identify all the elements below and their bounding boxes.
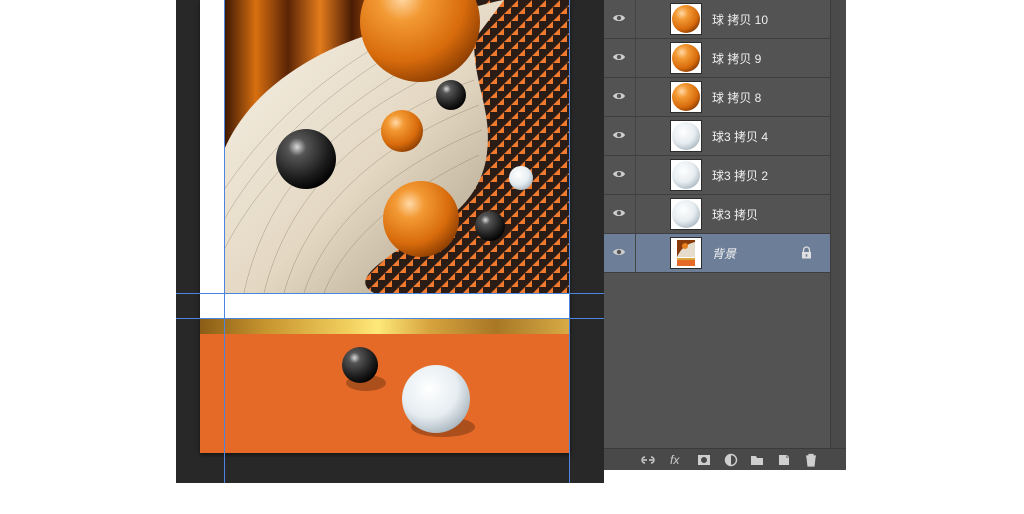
guide-horizontal[interactable] (176, 318, 604, 319)
visibility-eye-icon[interactable] (612, 246, 626, 258)
layer-thumbnail[interactable] (670, 3, 702, 35)
layer-thumbnail[interactable] (670, 42, 702, 74)
layer-thumbnail[interactable] (670, 81, 702, 113)
layer-row[interactable]: 球3 拷贝 2 (604, 156, 830, 195)
layer-row[interactable]: 球3 拷贝 4 (604, 117, 830, 156)
visibility-toggle[interactable] (604, 195, 636, 233)
layer-name[interactable]: 球 拷贝 9 (712, 50, 761, 67)
visibility-toggle[interactable] (604, 78, 636, 116)
new-layer-icon[interactable] (777, 453, 791, 467)
layer-name[interactable]: 球 拷贝 10 (712, 11, 768, 28)
guide-vertical[interactable] (224, 0, 225, 483)
artwork-image (224, 0, 569, 293)
layers-panel-footer: fx (604, 448, 846, 470)
layers-list[interactable]: 球 拷贝 10 球 拷贝 9 球 拷贝 8 球3 拷贝 4 球3 拷贝 2 球3 拷贝背景 (604, 0, 830, 273)
visibility-eye-icon[interactable] (612, 90, 626, 102)
link-layers-icon[interactable] (641, 453, 655, 467)
visibility-toggle[interactable] (604, 0, 636, 38)
delete-layer-icon[interactable] (804, 453, 818, 467)
visibility-eye-icon[interactable] (612, 51, 626, 63)
visibility-toggle[interactable] (604, 39, 636, 77)
visibility-eye-icon[interactable] (612, 207, 626, 219)
visibility-eye-icon[interactable] (612, 168, 626, 180)
layer-name[interactable]: 背景 (712, 245, 736, 262)
layer-name[interactable]: 球3 拷贝 (712, 206, 758, 223)
gold-divider-band (200, 319, 570, 334)
layer-row[interactable]: 球3 拷贝 (604, 195, 830, 234)
layer-thumbnail[interactable] (670, 120, 702, 152)
guide-horizontal[interactable] (176, 293, 604, 294)
layer-row[interactable]: 球 拷贝 10 (604, 0, 830, 39)
layers-panel: 球 拷贝 10 球 拷贝 9 球 拷贝 8 球3 拷贝 4 球3 拷贝 2 球3 拷贝背景… (604, 0, 846, 470)
layer-name[interactable]: 球3 拷贝 4 (712, 128, 768, 145)
layer-thumbnail[interactable] (670, 159, 702, 191)
fx-icon[interactable]: fx (670, 453, 684, 467)
layer-thumbnail[interactable] (670, 198, 702, 230)
footer-spheres (342, 347, 475, 437)
lock-icon (802, 246, 811, 259)
new-group-icon[interactable] (750, 453, 764, 467)
document-canvas[interactable] (176, 0, 604, 483)
layer-mask-icon[interactable] (697, 453, 711, 467)
visibility-eye-icon[interactable] (612, 12, 626, 24)
layer-row[interactable]: 背景 (604, 234, 830, 273)
visibility-toggle[interactable] (604, 156, 636, 194)
visibility-eye-icon[interactable] (612, 129, 626, 141)
visibility-toggle[interactable] (604, 234, 636, 272)
layer-name[interactable]: 球3 拷贝 2 (712, 167, 768, 184)
guide-vertical[interactable] (569, 0, 570, 483)
layer-thumbnail[interactable] (670, 237, 702, 269)
visibility-toggle[interactable] (604, 117, 636, 155)
adjustment-layer-icon[interactable] (724, 453, 738, 467)
panel-scroll-track[interactable] (830, 0, 846, 470)
orange-footer-panel (200, 334, 570, 453)
layer-name[interactable]: 球 拷贝 8 (712, 89, 761, 106)
layer-row[interactable]: 球 拷贝 8 (604, 78, 830, 117)
artboard (200, 0, 570, 453)
layer-row[interactable]: 球 拷贝 9 (604, 39, 830, 78)
